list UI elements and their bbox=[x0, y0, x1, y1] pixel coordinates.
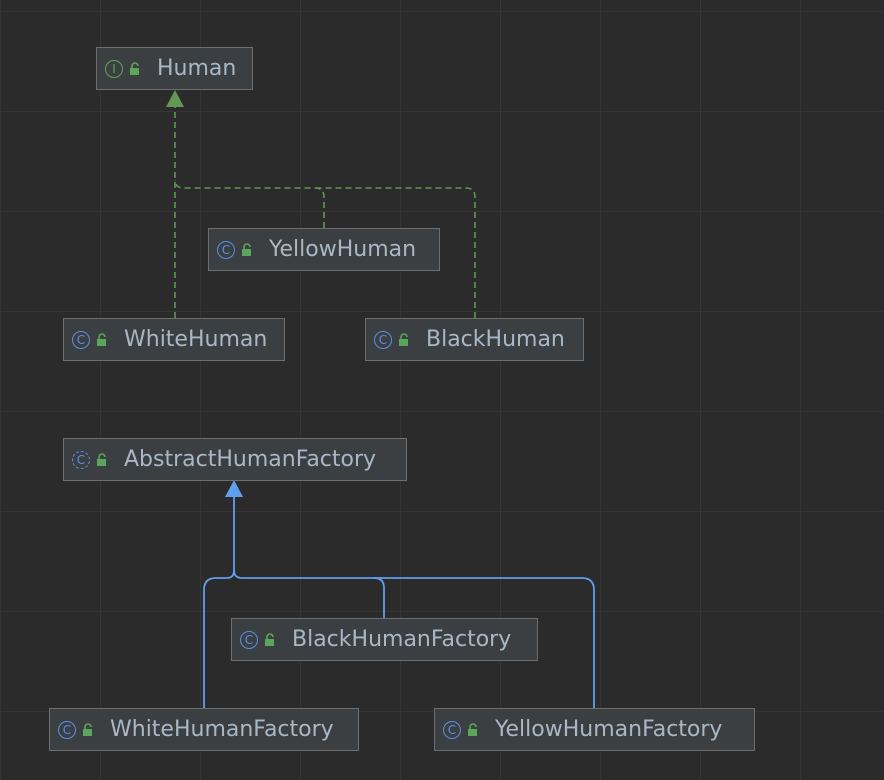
lock-icon bbox=[468, 722, 477, 736]
implements-arrowhead bbox=[166, 90, 184, 107]
node-blackhuman[interactable]: C BlackHuman bbox=[365, 318, 584, 361]
node-human[interactable]: I Human bbox=[96, 47, 253, 90]
node-label: YellowHumanFactory bbox=[495, 716, 723, 742]
edge-whitehumanfactory-extends-abstracthumanfactory bbox=[203, 496, 235, 708]
node-yellowhumanfactory[interactable]: C YellowHumanFactory bbox=[434, 708, 755, 751]
node-label: WhiteHumanFactory bbox=[110, 716, 334, 742]
node-whitehumanfactory[interactable]: C WhiteHumanFactory bbox=[49, 708, 359, 751]
edge-yellowhuman-implements-human bbox=[174, 179, 325, 228]
lock-icon bbox=[97, 452, 106, 466]
node-label: YellowHuman bbox=[269, 236, 417, 262]
lock-icon bbox=[130, 61, 139, 75]
lock-icon bbox=[265, 632, 274, 646]
lock-icon bbox=[399, 332, 408, 346]
class-icon: C bbox=[374, 330, 392, 349]
node-label: BlackHuman bbox=[426, 326, 565, 352]
edge-blackhumanfactory-extends-abstracthumanfactory bbox=[233, 569, 385, 618]
class-icon: C bbox=[58, 720, 76, 739]
node-blackhumanfactory[interactable]: C BlackHumanFactory bbox=[231, 618, 538, 661]
lock-icon bbox=[83, 722, 92, 736]
node-label: Human bbox=[157, 55, 237, 81]
extends-arrowhead bbox=[225, 480, 243, 497]
node-abstracthumanfactory[interactable]: C AbstractHumanFactory bbox=[63, 438, 407, 481]
node-label: BlackHumanFactory bbox=[292, 626, 512, 652]
interface-icon: I bbox=[105, 59, 123, 78]
class-icon: C bbox=[72, 330, 90, 349]
abstract-class-icon: C bbox=[72, 450, 90, 469]
lock-icon bbox=[97, 332, 106, 346]
class-icon: C bbox=[443, 720, 461, 739]
node-yellowhuman[interactable]: C YellowHuman bbox=[208, 228, 440, 271]
node-whitehuman[interactable]: C WhiteHuman bbox=[63, 318, 285, 361]
class-icon: C bbox=[240, 630, 258, 649]
node-label: AbstractHumanFactory bbox=[124, 446, 377, 472]
node-label: WhiteHuman bbox=[124, 326, 268, 352]
lock-icon bbox=[242, 242, 251, 256]
relationship-edges bbox=[166, 90, 595, 708]
class-icon: C bbox=[217, 240, 235, 259]
